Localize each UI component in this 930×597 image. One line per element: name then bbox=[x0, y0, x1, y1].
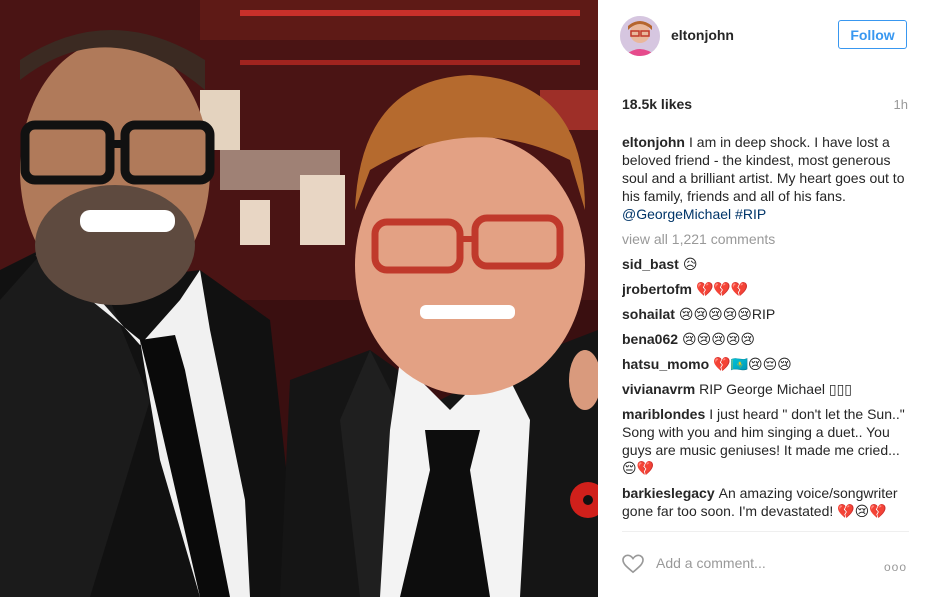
comment-item: sohailat 😢😢😢😢😢RIP bbox=[622, 305, 910, 323]
comment-username[interactable]: sohailat bbox=[622, 306, 675, 322]
comment-username[interactable]: vivianavrm bbox=[622, 381, 695, 397]
comment-item: mariblondes I just heard " don't let the … bbox=[622, 405, 910, 477]
post-sidebar: eltonjohn Follow 18.5k likes 1h eltonjoh… bbox=[598, 0, 930, 597]
comment-username[interactable]: hatsu_momo bbox=[622, 356, 709, 372]
comment-username[interactable]: jrobertofm bbox=[622, 281, 692, 297]
likes-count[interactable]: 18.5k likes bbox=[622, 96, 692, 112]
comment-username[interactable]: barkieslegacy bbox=[622, 485, 715, 501]
avatar[interactable] bbox=[620, 16, 660, 56]
comment-item: sid_bast 😥 bbox=[622, 255, 910, 273]
caption-username[interactable]: eltonjohn bbox=[622, 134, 685, 150]
comments-list[interactable]: eltonjohn I am in deep shock. I have lost… bbox=[622, 133, 910, 529]
comment-text: 💔💔💔 bbox=[696, 281, 749, 297]
caption-mention[interactable]: @GeorgeMichael bbox=[622, 206, 731, 222]
post-image bbox=[0, 0, 598, 597]
avatar-image bbox=[620, 16, 660, 56]
comment-username[interactable]: mariblondes bbox=[622, 406, 705, 422]
divider bbox=[622, 531, 909, 532]
comment-username[interactable]: sid_bast bbox=[622, 256, 679, 272]
post-photo[interactable] bbox=[0, 0, 598, 597]
comment-text: 😥 bbox=[682, 256, 698, 272]
add-comment-input[interactable] bbox=[656, 555, 856, 571]
caption-hashtag[interactable]: #RIP bbox=[735, 206, 766, 222]
comment-text: RIP George Michael ▯▯▯ bbox=[699, 381, 852, 397]
view-all-comments-link[interactable]: view all 1,221 comments bbox=[622, 230, 910, 248]
heart-icon[interactable] bbox=[622, 554, 644, 574]
post-time[interactable]: 1h bbox=[894, 97, 908, 112]
comment-item: jrobertofm 💔💔💔 bbox=[622, 280, 910, 298]
more-options-icon[interactable]: ooo bbox=[884, 560, 907, 574]
comment-username[interactable]: bena062 bbox=[622, 331, 678, 347]
username-link[interactable]: eltonjohn bbox=[671, 27, 734, 43]
caption: eltonjohn I am in deep shock. I have lost… bbox=[622, 133, 910, 223]
comment-text: 😢😢😢😢😢 bbox=[682, 331, 756, 347]
comment-text: 😢😢😢😢😢RIP bbox=[678, 306, 776, 322]
comment-text: 💔🇰🇿😢😔😢 bbox=[713, 356, 792, 372]
follow-button[interactable]: Follow bbox=[838, 20, 907, 49]
comment-item: vivianavrm RIP George Michael ▯▯▯ bbox=[622, 380, 910, 398]
comment-item: barkieslegacy An amazing voice/songwriter… bbox=[622, 484, 910, 520]
comment-item: bena062 😢😢😢😢😢 bbox=[622, 330, 910, 348]
post-header: eltonjohn Follow bbox=[598, 0, 930, 72]
comment-item: hatsu_momo 💔🇰🇿😢😔😢 bbox=[622, 355, 910, 373]
